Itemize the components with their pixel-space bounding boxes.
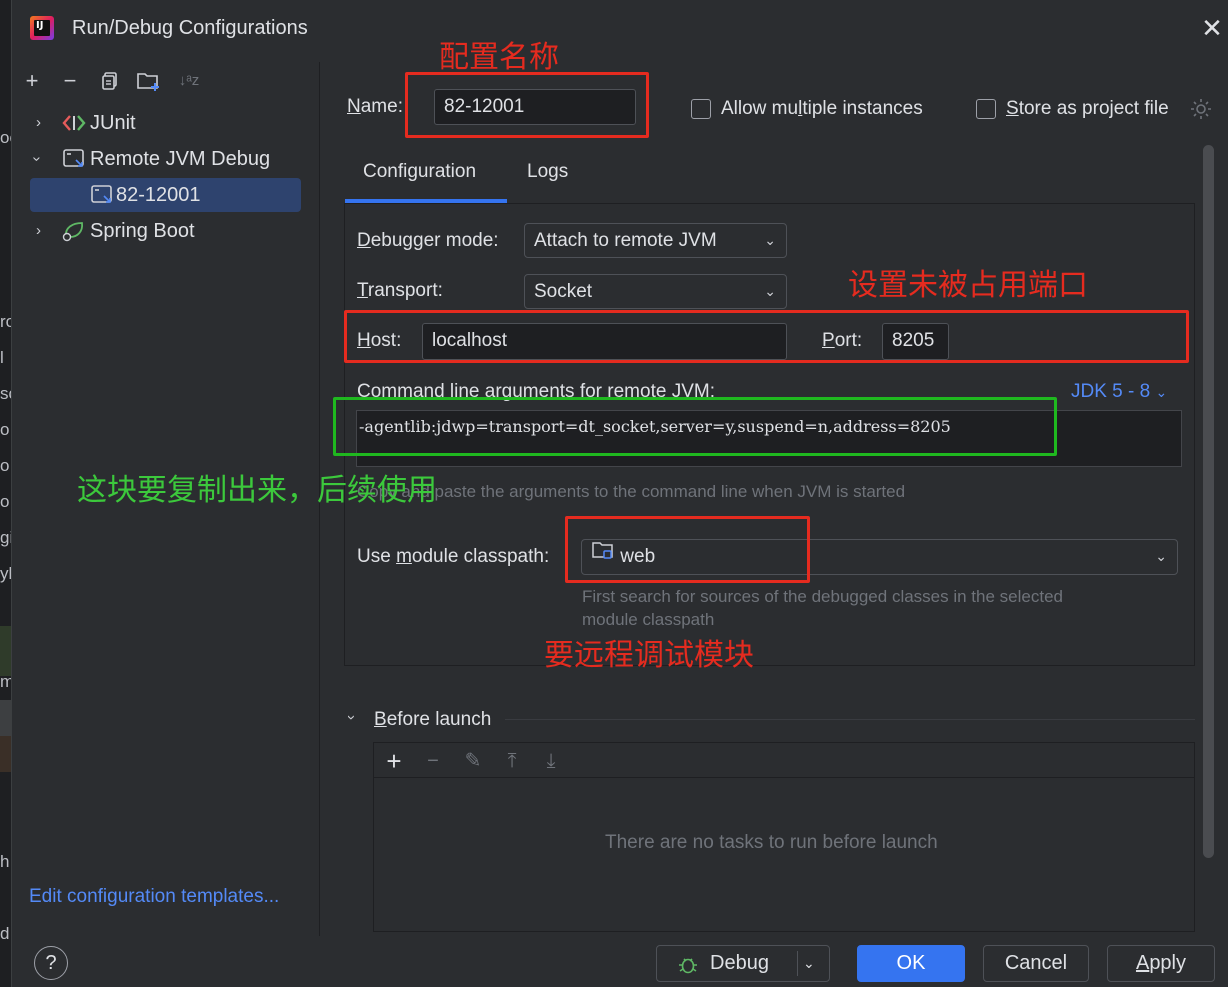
help-button[interactable]: ? xyxy=(34,946,68,980)
before-launch-title[interactable]: Before launch xyxy=(374,709,491,731)
close-icon[interactable]: ✕ xyxy=(1198,14,1226,42)
ide-strip-text: gi xyxy=(0,528,12,547)
annotation-name: 配置名称 xyxy=(439,40,559,75)
intellij-icon: IJ xyxy=(30,16,54,40)
background-ide-strip: oc ro l sc o o o gi yb m h d xyxy=(0,0,12,987)
chevron-down-icon: ⌄ xyxy=(1155,548,1167,564)
scrollbar[interactable] xyxy=(1203,145,1214,858)
ide-strip-text: oc xyxy=(0,128,11,147)
annotation-module: 要远程调试模块 xyxy=(544,638,754,673)
add-task-icon[interactable]: + xyxy=(379,746,409,776)
add-icon[interactable]: + xyxy=(17,66,47,96)
debugger-mode-select[interactable]: Attach to remote JVM ⌄ xyxy=(524,223,787,258)
store-as-project-file-label[interactable]: Store as project file xyxy=(1006,98,1169,120)
command-line-hint: Copy and paste the arguments to the comm… xyxy=(357,482,906,501)
move-up-icon: ⤒ xyxy=(507,750,517,772)
tree-item-label: Remote JVM Debug xyxy=(90,148,271,170)
remove-task-icon: − xyxy=(427,750,439,772)
ide-strip-text: h xyxy=(0,852,10,871)
tab-logs[interactable]: Logs xyxy=(527,161,568,183)
tree-item-remote-jvm-debug[interactable]: › Remote JVM Debug xyxy=(29,142,310,176)
ide-strip-text: yb xyxy=(0,564,11,583)
ide-strip-text: m xyxy=(0,672,11,692)
copy-icon[interactable] xyxy=(95,66,125,96)
ide-strip-text: o xyxy=(0,456,10,475)
edit-task-icon: ✎ xyxy=(464,750,482,772)
annotation-box-args xyxy=(333,397,1057,456)
ide-strip-text: ro xyxy=(0,312,11,331)
chevron-down-icon[interactable]: › xyxy=(343,715,360,720)
store-as-project-file-checkbox[interactable] xyxy=(976,99,996,119)
ide-strip-text: sc xyxy=(0,384,11,403)
name-label: Name: xyxy=(347,96,403,117)
annotation-port: 设置未被占用端口 xyxy=(848,268,1088,303)
debug-button[interactable]: Debug ⌄ xyxy=(656,945,830,982)
ide-strip-text: l xyxy=(0,348,4,367)
ide-strip-block xyxy=(0,626,11,676)
remote-debug-icon xyxy=(62,142,86,181)
remove-icon[interactable]: − xyxy=(55,66,85,96)
allow-multiple-label[interactable]: Allow multiple instances xyxy=(721,98,923,120)
cancel-button[interactable]: Cancel xyxy=(983,945,1089,982)
apply-button[interactable]: Apply xyxy=(1107,945,1215,982)
ide-strip-block xyxy=(0,736,11,772)
chevron-down-icon[interactable]: › xyxy=(20,157,54,162)
jdk-version-select[interactable]: JDK 5 - 8 ⌄ xyxy=(1071,381,1167,403)
tree-item-label: Spring Boot xyxy=(90,220,195,242)
no-tasks-text: There are no tasks to run before launch xyxy=(605,832,938,853)
folder-add-icon[interactable] xyxy=(134,66,164,96)
gear-icon[interactable] xyxy=(1189,97,1213,127)
transport-select[interactable]: Socket ⌄ xyxy=(524,274,787,309)
tree-item-label: JUnit xyxy=(90,112,136,134)
module-hint-line-1: First search for sources of the debugged… xyxy=(582,587,1063,606)
ide-strip-text: o xyxy=(0,492,10,511)
ide-strip-text: o xyxy=(0,420,10,439)
split-divider xyxy=(797,951,798,976)
chevron-down-icon: ⌄ xyxy=(764,232,776,248)
chevron-down-icon[interactable]: ⌄ xyxy=(803,946,815,981)
remote-debug-icon xyxy=(90,178,114,217)
before-launch-separator xyxy=(505,719,1195,720)
tree-item-spring-boot[interactable]: › Spring Boot xyxy=(30,214,310,248)
module-hint-line-2: module classpath xyxy=(582,610,715,629)
edit-templates-link[interactable]: Edit configuration templates... xyxy=(29,886,279,908)
move-down-icon: ⤓ xyxy=(546,750,556,772)
annotation-box-module xyxy=(565,516,810,583)
spring-boot-icon xyxy=(62,214,88,253)
ok-button[interactable]: OK xyxy=(857,945,965,982)
junit-icon xyxy=(62,106,86,144)
transport-label: Transport: xyxy=(357,280,443,301)
chevron-right-icon[interactable]: › xyxy=(36,106,41,140)
chevron-down-icon: ⌄ xyxy=(764,283,776,299)
tree-item-junit[interactable]: › JUnit xyxy=(30,106,310,140)
sort-icon: ↓ᵃz xyxy=(178,72,200,89)
tab-configuration[interactable]: Configuration xyxy=(363,161,476,183)
debugger-mode-label: Debugger mode: xyxy=(357,230,499,251)
annotation-args: 这块要复制出来，后续使用 xyxy=(77,473,437,508)
tree-item-label: 82-12001 xyxy=(116,184,201,206)
tree-item-82-12001[interactable]: 82-12001 xyxy=(30,178,301,212)
debug-bug-icon xyxy=(677,946,699,987)
annotation-box-name xyxy=(405,72,649,138)
module-classpath-label: Use module classpath: xyxy=(357,546,550,567)
chevron-right-icon[interactable]: › xyxy=(36,214,41,248)
ide-strip-block xyxy=(0,700,11,736)
annotation-box-port xyxy=(344,310,1189,363)
ide-strip-text: d xyxy=(0,924,10,943)
dialog-title: Run/Debug Configurations xyxy=(72,17,308,39)
allow-multiple-checkbox[interactable] xyxy=(691,99,711,119)
chevron-down-icon: ⌄ xyxy=(1155,384,1168,400)
